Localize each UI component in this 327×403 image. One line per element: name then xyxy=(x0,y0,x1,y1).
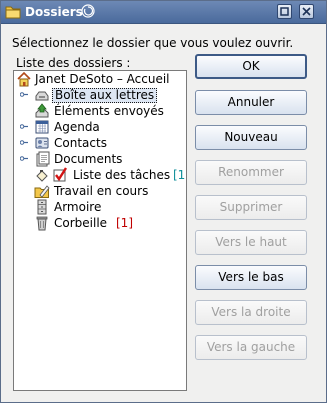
trash-icon xyxy=(36,216,48,231)
checkbox-checked-icon xyxy=(53,167,68,182)
documents-icon xyxy=(36,151,50,167)
tree-item-label: Armoire xyxy=(54,200,102,214)
tree-item-label: Liste des tâches xyxy=(73,168,171,182)
work-in-progress-icon xyxy=(34,185,50,198)
title-bar[interactable]: Dossiers xyxy=(1,1,326,24)
tree-item-label: Boîte aux lettres xyxy=(52,88,158,103)
mailbox-icon xyxy=(35,91,49,101)
tree-item-label: Agenda xyxy=(54,120,100,134)
home-icon xyxy=(17,71,31,87)
dialog-window: Dossiers Sélectionnez le dossier que vou… xyxy=(0,0,327,403)
sent-items-icon xyxy=(35,103,49,118)
new-button[interactable]: Nouveau xyxy=(195,125,307,150)
swirl-icon xyxy=(81,4,95,18)
unread-count-badge: [1] xyxy=(173,168,186,182)
folder-list-label: Liste des dossiers : xyxy=(16,56,131,70)
move-left-button[interactable]: Vers la gauche xyxy=(195,335,307,360)
close-button[interactable] xyxy=(299,4,314,19)
window-title: Dossiers xyxy=(25,5,83,19)
expand-handle-icon[interactable] xyxy=(20,122,29,131)
tree-item-mailbox[interactable]: Boîte aux lettres xyxy=(18,87,178,103)
task-list-icon xyxy=(36,170,48,182)
unread-count-badge: [1] xyxy=(116,216,133,230)
cabinet-icon xyxy=(37,199,47,215)
expand-handle-icon[interactable] xyxy=(20,90,29,99)
ok-button[interactable]: OK xyxy=(195,54,307,79)
maximize-button[interactable] xyxy=(277,4,292,19)
calendar-icon xyxy=(35,120,49,134)
close-icon xyxy=(302,7,311,16)
app-icon xyxy=(5,6,21,19)
rename-button[interactable]: Renommer xyxy=(195,160,307,185)
move-down-button[interactable]: Vers le bas xyxy=(195,265,307,290)
expand-handle-icon[interactable] xyxy=(20,138,29,147)
contacts-icon xyxy=(35,137,49,149)
tree-item-task-list[interactable]: Liste des tâches [1] xyxy=(18,167,186,183)
move-right-button[interactable]: Vers la droite xyxy=(195,300,307,325)
maximize-icon xyxy=(280,7,289,16)
tree-item-label: Documents xyxy=(54,152,123,166)
folder-tree[interactable]: Janet DeSoto – Accueil Boîte aux lettres… xyxy=(13,70,187,391)
expand-handle-icon[interactable] xyxy=(20,154,29,163)
tree-item-label: Corbeille xyxy=(54,216,108,230)
tree-root-label: Janet DeSoto – Accueil xyxy=(35,72,170,86)
tree-item-label: Contacts xyxy=(54,136,107,150)
tree-item-label: Travail en cours xyxy=(54,184,149,198)
move-up-button[interactable]: Vers le haut xyxy=(195,230,307,255)
cancel-button[interactable]: Annuler xyxy=(195,90,307,115)
instruction-text: Sélectionnez le dossier que vous voulez … xyxy=(12,36,294,50)
tree-item-label: Éléments envoyés xyxy=(54,104,164,118)
delete-button[interactable]: Supprimer xyxy=(195,195,307,220)
